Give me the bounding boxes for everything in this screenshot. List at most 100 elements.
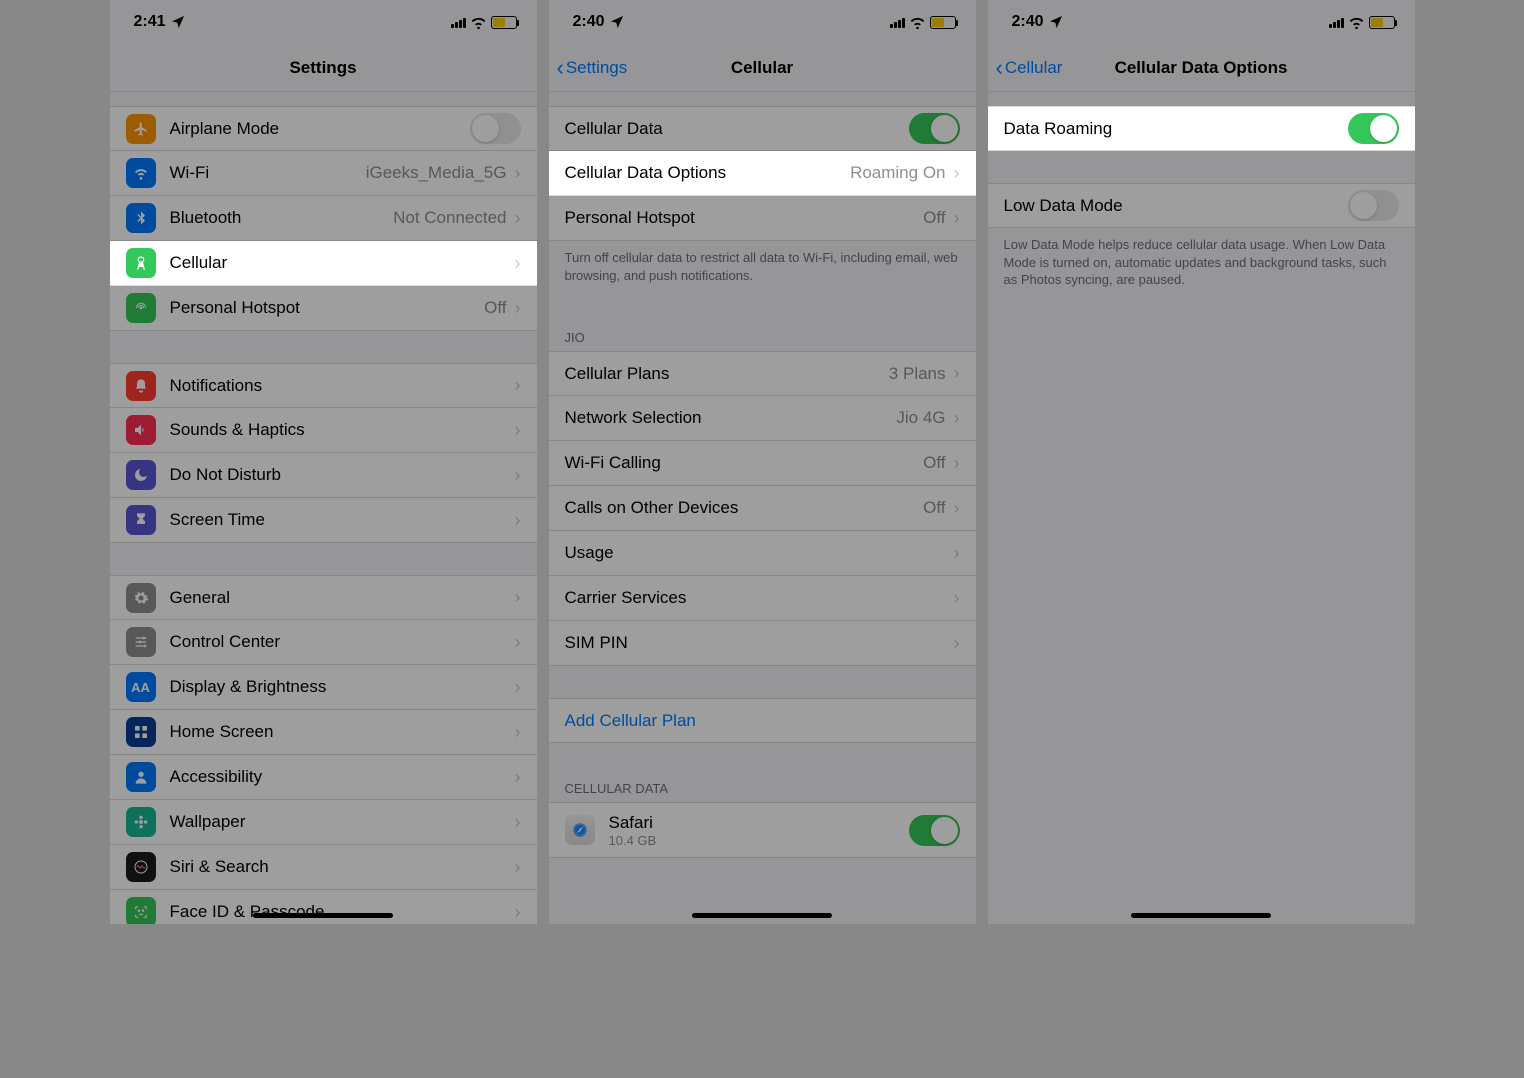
chevron-right-icon: › — [515, 375, 521, 396]
row-label: Network Selection — [565, 408, 897, 428]
list-row[interactable]: AADisplay & Brightness› — [110, 665, 537, 710]
list-row[interactable]: Notifications› — [110, 363, 537, 408]
back-label: Cellular — [1005, 58, 1063, 78]
row-label: Wi-Fi — [170, 163, 366, 183]
row-label: Usage — [565, 543, 954, 563]
toggle[interactable] — [470, 113, 521, 144]
list-row[interactable]: Network SelectionJio 4G› — [549, 396, 976, 441]
chevron-right-icon: › — [515, 767, 521, 788]
row-label: Calls on Other Devices — [565, 498, 924, 518]
list-row[interactable]: Cellular Plans3 Plans› — [549, 351, 976, 396]
toggle[interactable] — [1348, 190, 1399, 221]
page-title: Cellular Data Options — [1115, 58, 1288, 78]
grid-icon — [126, 717, 156, 747]
list-row[interactable]: Low Data Mode — [988, 183, 1415, 228]
location-icon — [1048, 14, 1064, 30]
toggle[interactable] — [909, 815, 960, 846]
row-label: Wi-Fi Calling — [565, 453, 924, 473]
list-row[interactable]: Cellular Data OptionsRoaming On› — [549, 151, 976, 196]
row-label: SIM PIN — [565, 633, 954, 653]
row-label: Face ID & Passcode — [170, 902, 515, 922]
list-row[interactable]: Calls on Other DevicesOff› — [549, 486, 976, 531]
list-row[interactable]: Add Cellular Plan — [549, 698, 976, 743]
home-indicator[interactable] — [1131, 913, 1271, 918]
list-row[interactable]: Carrier Services› — [549, 576, 976, 621]
section-header: CELLULAR DATA — [549, 775, 976, 802]
chevron-right-icon: › — [515, 420, 521, 441]
list-row[interactable]: Safari10.4 GB — [549, 802, 976, 858]
chevron-right-icon: › — [515, 722, 521, 743]
content: Airplane ModeWi-FiiGeeks_Media_5G›Blueto… — [110, 92, 537, 924]
home-indicator[interactable] — [692, 913, 832, 918]
list-row[interactable]: Wallpaper› — [110, 800, 537, 845]
row-label: Control Center — [170, 632, 515, 652]
toggle[interactable] — [1348, 113, 1399, 144]
chevron-right-icon: › — [515, 812, 521, 833]
list-row[interactable]: Sounds & Haptics› — [110, 408, 537, 453]
list-row[interactable]: Personal HotspotOff› — [549, 196, 976, 241]
section-header: JIO — [549, 324, 976, 351]
list-row[interactable]: General› — [110, 575, 537, 620]
row-label: Wallpaper — [170, 812, 515, 832]
list-row[interactable]: Face ID & Passcode› — [110, 890, 537, 924]
gear-icon — [126, 583, 156, 613]
screen-0: 2:41 Settings Airplane ModeWi-FiiGeeks_M… — [110, 0, 537, 924]
back-label: Settings — [566, 58, 627, 78]
list-row[interactable]: Home Screen› — [110, 710, 537, 755]
wifi-status-icon — [470, 16, 487, 29]
chevron-right-icon: › — [515, 253, 521, 274]
list-row[interactable]: Wi-FiiGeeks_Media_5G› — [110, 151, 537, 196]
list-row[interactable]: Screen Time› — [110, 498, 537, 543]
home-indicator[interactable] — [253, 913, 393, 918]
row-value: Not Connected — [393, 208, 506, 228]
row-value: Off — [484, 298, 506, 318]
row-value: Off — [923, 453, 945, 473]
toggle[interactable] — [909, 113, 960, 144]
list-row[interactable]: Data Roaming — [988, 106, 1415, 151]
row-label: Display & Brightness — [170, 677, 515, 697]
list-row[interactable]: SIM PIN› — [549, 621, 976, 666]
list-row[interactable]: Wi-Fi CallingOff › — [549, 441, 976, 486]
back-button[interactable]: ‹ Settings — [557, 57, 628, 79]
list-row[interactable]: Personal HotspotOff› — [110, 286, 537, 331]
faceid-icon — [126, 897, 156, 924]
content: Cellular DataCellular Data OptionsRoamin… — [549, 92, 976, 924]
row-value: iGeeks_Media_5G — [366, 163, 507, 183]
chevron-right-icon: › — [954, 453, 960, 474]
section: Data Roaming — [988, 106, 1415, 151]
signal-icon — [451, 16, 466, 28]
aa-icon: AA — [126, 672, 156, 702]
list-row[interactable]: Accessibility› — [110, 755, 537, 800]
list-row[interactable]: BluetoothNot Connected › — [110, 196, 537, 241]
list-row[interactable]: Control Center› — [110, 620, 537, 665]
airplane-icon — [126, 114, 156, 144]
sliders-icon — [126, 627, 156, 657]
back-button[interactable]: ‹ Cellular — [996, 57, 1063, 79]
battery-icon — [1369, 16, 1395, 29]
list-row[interactable]: Siri & Search› — [110, 845, 537, 890]
chevron-right-icon: › — [954, 208, 960, 229]
list-row[interactable]: Usage› — [549, 531, 976, 576]
row-label: Low Data Mode — [1004, 196, 1348, 216]
location-icon — [170, 14, 186, 30]
row-value: Off — [923, 498, 945, 518]
list-row[interactable]: Cellular› — [110, 241, 537, 286]
row-value: 3 Plans — [889, 364, 946, 384]
status-bar: 2:41 — [110, 0, 537, 44]
moon-icon — [126, 460, 156, 490]
list-row[interactable]: Cellular Data — [549, 106, 976, 151]
row-label: Cellular — [170, 253, 515, 273]
row-label: Bluetooth — [170, 208, 394, 228]
row-label: Personal Hotspot — [565, 208, 924, 228]
section: General›Control Center›AADisplay & Brigh… — [110, 575, 537, 924]
row-label: Siri & Search — [170, 857, 515, 877]
chevron-right-icon: › — [954, 588, 960, 609]
person-icon — [126, 762, 156, 792]
list-row[interactable]: Do Not Disturb› — [110, 453, 537, 498]
chevron-right-icon: › — [515, 208, 521, 229]
section: Low Data ModeLow Data Mode helps reduce … — [988, 183, 1415, 297]
chevron-left-icon: ‹ — [996, 57, 1003, 79]
section: Add Cellular Plan — [549, 698, 976, 743]
list-row[interactable]: Airplane Mode — [110, 106, 537, 151]
status-bar: 2:40 — [988, 0, 1415, 44]
